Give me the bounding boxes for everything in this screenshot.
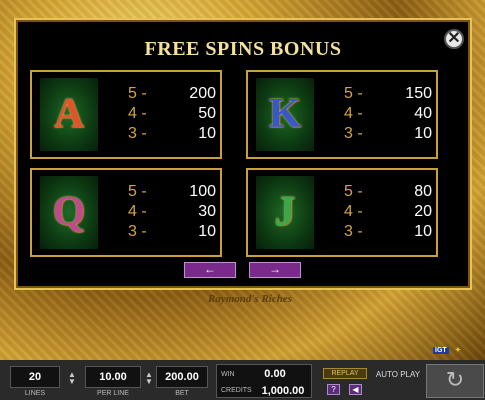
symbol-q: Q [40,176,98,249]
help-button[interactable]: ? [327,384,340,395]
auto-play-button[interactable]: AUTO PLAY [372,366,424,396]
payout-row: 5 -100 [128,183,216,200]
payout-row: 5 -200 [128,85,216,102]
age-badge-icon: ✦ [455,347,461,354]
payout-row: 4 -40 [344,105,432,122]
close-button[interactable]: ✕ [444,29,464,49]
page-title: FREE SPINS BONUS [144,38,342,60]
paytable-panel: FREE SPINS BONUS ✕ A 5 -200 4 -50 3 -10 … [18,22,468,286]
paytable-card-q: Q 5 -100 4 -30 3 -10 [30,168,222,257]
payout-list: 5 -80 4 -20 3 -10 [344,182,432,242]
per-line-label: PER LINE [97,390,129,397]
chevron-down-icon: ▼ [145,377,153,386]
lines-label: LINES [24,390,46,397]
refresh-icon: ↻ [445,367,465,392]
payout-list: 5 -200 4 -50 3 -10 [128,84,216,144]
credits-value: 1,000.00 [261,385,305,397]
symbol-k: K [256,78,314,151]
payout-row: 3 -10 [128,223,216,240]
lines-value: 20 [28,371,42,383]
lines-stepper[interactable]: ▲ ▼ [67,371,77,386]
bet-value: 200.00 [165,371,199,383]
next-page-button[interactable]: → [249,262,301,278]
bet-label: BET [175,390,189,397]
speaker-icon: ◀ [352,385,359,394]
spin-button[interactable]: ↻ [426,364,484,398]
payout-row: 3 -10 [344,223,432,240]
chevron-down-icon: ▼ [68,377,76,386]
brand-logo: IGT [433,347,449,354]
payout-list: 5 -100 4 -30 3 -10 [128,182,216,242]
arrow-left-icon: ← [204,262,216,276]
payout-row: 5 -80 [344,183,432,200]
replay-button[interactable]: REPLAY [323,368,367,379]
payout-row: 5 -150 [344,85,432,102]
per-line-value: 10.00 [99,371,127,383]
payout-row: 3 -10 [344,125,432,142]
win-label: WIN [221,371,235,378]
payout-row: 4 -20 [344,203,432,220]
paytable-card-k: K 5 -150 4 -40 3 -10 [246,70,438,159]
game-logo: Raymond's Riches [207,293,293,305]
close-icon: ✕ [447,30,461,47]
payout-row: 4 -30 [128,203,216,220]
payout-row: 4 -50 [128,105,216,122]
sound-button[interactable]: ◀ [349,384,362,395]
paytable-card-a: A 5 -200 4 -50 3 -10 [30,70,222,159]
symbol-j: J [256,176,314,249]
symbol-a: A [40,78,98,151]
payout-row: 3 -10 [128,125,216,142]
payout-list: 5 -150 4 -40 3 -10 [344,84,432,144]
credits-label: CREDITS [221,387,252,394]
prev-page-button[interactable]: ← [184,262,236,278]
win-value: 0.00 [264,368,286,380]
arrow-right-icon: → [269,262,281,276]
paytable-card-j: J 5 -80 4 -20 3 -10 [246,168,438,257]
per-line-stepper[interactable]: ▲ ▼ [144,371,154,386]
